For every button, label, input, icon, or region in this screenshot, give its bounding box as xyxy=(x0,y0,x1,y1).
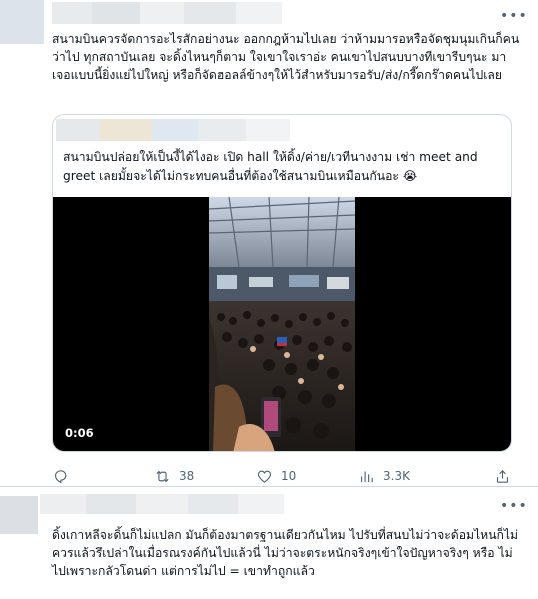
quoted-author-redacted[interactable] xyxy=(56,119,290,141)
like-button[interactable]: 10 xyxy=(256,466,296,486)
reply-text: ดิ้งเกาหลีจะดิ้นก็ไม่แปลก มันก็ต้องมาตรฐ… xyxy=(52,528,519,578)
author-name-redacted[interactable] xyxy=(52,2,282,24)
retweet-icon xyxy=(156,470,169,482)
share-button[interactable] xyxy=(494,466,511,486)
reply-button[interactable] xyxy=(52,466,77,486)
more-icon[interactable]: ••• xyxy=(500,9,527,30)
reply-avatar[interactable] xyxy=(0,496,38,534)
retweet-count: 38 xyxy=(179,469,195,483)
video-thumbnail xyxy=(209,197,355,451)
quoted-tweet-text: สนามบินปล่อยให้เป็นงี้ได้ไงอะ เปิด hall … xyxy=(63,150,482,183)
views-button[interactable]: 3.3K xyxy=(358,466,410,486)
reply-more-icon[interactable]: ••• xyxy=(500,499,527,520)
view-count: 3.3K xyxy=(383,469,410,483)
video-player[interactable]: 0:06 xyxy=(53,197,511,451)
views-icon xyxy=(360,471,373,482)
reply-author-redacted[interactable] xyxy=(40,494,284,514)
like-count: 10 xyxy=(281,469,297,483)
reply-icon xyxy=(54,469,67,483)
quoted-tweet[interactable]: สนามบินปล่อยให้เป็นงี้ได้ไงอะ เปิด hall … xyxy=(52,114,512,452)
tweet[interactable]: ••• สนามบินควรจัดการอะไรสักอย่างนะ ออกกฎ… xyxy=(0,0,538,487)
video-duration: 0:06 xyxy=(65,426,94,440)
airport-crowd-scene xyxy=(209,197,355,451)
retweet-button[interactable]: 38 xyxy=(154,466,194,486)
action-bar: 38 10 3.3K xyxy=(52,466,514,486)
avatar[interactable] xyxy=(0,0,44,44)
heart-icon xyxy=(257,470,272,483)
reply-tweet[interactable]: ••• ดิ้งเกาหลีจะดิ้นก็ไม่แปลก มันก็ต้องม… xyxy=(0,488,538,599)
tweet-text: สนามบินควรจัดการอะไรสักอย่างนะ ออกกฎห้าม… xyxy=(52,32,520,82)
share-icon xyxy=(496,469,509,483)
